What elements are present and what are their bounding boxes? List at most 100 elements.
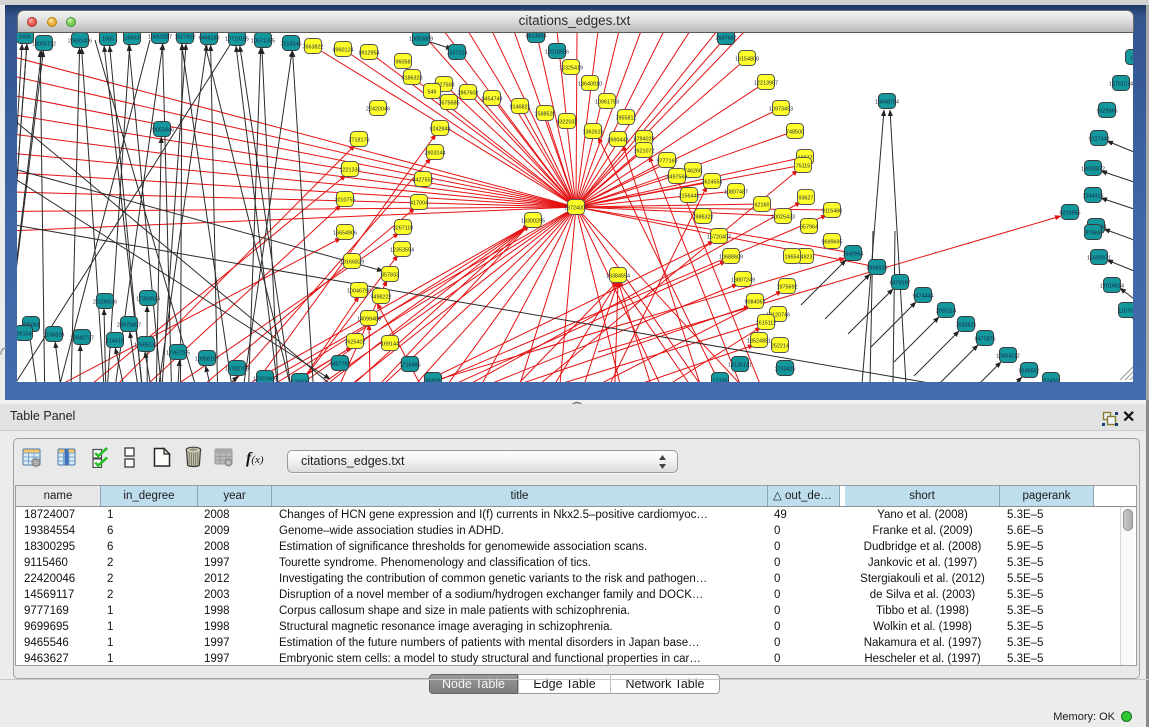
svg-text:18300295: 18300295	[521, 218, 545, 224]
svg-text:10671355: 10671355	[251, 38, 275, 44]
svg-text:2156446: 2156446	[679, 193, 700, 199]
svg-text:10807487: 10807487	[724, 189, 748, 195]
svg-text:252214: 252214	[771, 343, 789, 349]
svg-text:9227343: 9227343	[1089, 136, 1110, 142]
svg-text:7357224: 7357224	[447, 50, 468, 56]
svg-text:10958107: 10958107	[195, 356, 219, 362]
svg-text:18724007: 18724007	[564, 205, 588, 211]
svg-text:29975887: 29975887	[117, 322, 141, 328]
svg-text:18653: 18653	[125, 35, 140, 41]
svg-text:1716485: 1716485	[400, 362, 421, 368]
svg-text:12213967: 12213967	[754, 80, 778, 86]
svg-text:2867608: 2867608	[458, 90, 479, 96]
svg-text:6497568: 6497568	[667, 174, 688, 180]
svg-text:15720407: 15720407	[707, 234, 731, 240]
svg-text:7515546: 7515546	[281, 41, 302, 47]
svg-text:3267110: 3267110	[393, 225, 414, 231]
svg-text:9242848: 9242848	[430, 126, 451, 132]
svg-text:39154: 39154	[17, 331, 32, 337]
svg-text:13640910: 13640910	[578, 81, 602, 87]
svg-text:9245652: 9245652	[1019, 368, 1040, 374]
svg-text:10973493: 10973493	[769, 106, 793, 112]
svg-text:7955812: 7955812	[616, 115, 637, 121]
svg-text:15692971: 15692971	[1087, 255, 1111, 261]
svg-text:1588520: 1588520	[535, 111, 556, 117]
svg-text:124506: 124506	[291, 379, 309, 382]
svg-text:8912954: 8912954	[359, 50, 380, 56]
svg-text:1640954: 1640954	[843, 251, 864, 257]
svg-text:5498222: 5498222	[371, 294, 392, 300]
svg-text:2803144: 2803144	[425, 150, 446, 156]
svg-text:10053809: 10053809	[409, 36, 433, 42]
svg-text:8960124: 8960124	[333, 47, 354, 53]
svg-text:8322037: 8322037	[557, 119, 578, 125]
svg-text:12923466: 12923466	[253, 376, 277, 382]
svg-text:957964: 957964	[800, 224, 818, 230]
svg-text:17957255: 17957255	[166, 350, 190, 356]
svg-text:1221336: 1221336	[340, 167, 361, 173]
svg-text:8427552: 8427552	[413, 177, 434, 183]
svg-text:2935114: 2935114	[936, 308, 957, 314]
svg-text:10025433: 10025433	[771, 214, 795, 220]
svg-text:62160: 62160	[755, 202, 770, 208]
svg-text:1065: 1065	[102, 36, 114, 42]
svg-text:169144: 169144	[381, 341, 399, 347]
svg-text:10961758: 10961758	[595, 99, 619, 105]
svg-text:8813054: 8813054	[526, 33, 547, 39]
svg-text:1010755: 1010755	[335, 197, 356, 203]
svg-text:1733426: 1733426	[775, 366, 796, 372]
svg-text:10719155: 10719155	[225, 36, 249, 42]
svg-text:22420046: 22420046	[366, 106, 390, 112]
svg-text:12325419: 12325419	[559, 65, 583, 71]
svg-text:6794028: 6794028	[634, 136, 655, 142]
svg-text:1527602: 1527602	[175, 34, 196, 40]
svg-text:16654906: 16654906	[333, 230, 357, 236]
svg-text:20691406: 20691406	[68, 38, 92, 44]
svg-text:8990443: 8990443	[608, 137, 629, 143]
svg-text:10654112: 10654112	[996, 353, 1020, 359]
svg-text:8938923: 8938923	[867, 265, 888, 271]
svg-text:9329966: 9329966	[1097, 108, 1118, 114]
svg-text:17016514: 17016514	[1100, 283, 1124, 289]
svg-text:19654: 19654	[785, 254, 800, 260]
svg-text:6466160: 6466160	[199, 35, 220, 41]
svg-text:7663822: 7663822	[303, 44, 324, 50]
svg-text:19384554: 19384554	[606, 273, 630, 279]
svg-text:9699695: 9699695	[822, 239, 843, 245]
svg-text:7625402: 7625402	[345, 339, 366, 345]
svg-text:95806: 95806	[426, 378, 441, 382]
svg-text:12353594: 12353594	[390, 247, 414, 253]
svg-text:12093872: 12093872	[1081, 166, 1105, 172]
svg-text:8454749: 8454749	[482, 96, 503, 102]
svg-text:19218506: 19218506	[545, 49, 569, 55]
svg-text:7986322: 7986322	[693, 214, 714, 220]
svg-text:2687682: 2687682	[716, 35, 737, 41]
svg-text:1621072: 1621072	[634, 148, 655, 154]
svg-text:1362615: 1362615	[583, 129, 604, 135]
svg-text:9457791: 9457791	[330, 361, 351, 367]
svg-text:15751074: 15751074	[1109, 81, 1133, 87]
svg-text:1615112: 1615112	[756, 320, 777, 326]
svg-text:14099489: 14099489	[357, 316, 381, 322]
svg-text:14136141: 14136141	[728, 362, 752, 368]
svg-text:8215955: 8215955	[1060, 210, 1081, 216]
svg-text:92450: 92450	[1044, 378, 1059, 382]
svg-text:75115: 75115	[796, 163, 811, 169]
svg-text:2718176: 2718176	[349, 137, 370, 143]
svg-text:10046798: 10046798	[347, 288, 371, 294]
svg-text:3624554: 3624554	[702, 179, 723, 185]
svg-text:12505135: 12505135	[134, 342, 158, 348]
svg-text:96058: 96058	[396, 59, 411, 65]
svg-text:16782759: 16782759	[225, 366, 249, 372]
svg-text:87969: 87969	[1086, 230, 1101, 236]
svg-text:18807249: 18807249	[731, 277, 755, 283]
svg-text:9084067: 9084067	[745, 299, 766, 305]
svg-text:20206536: 20206536	[93, 299, 117, 305]
svg-text:93627: 93627	[799, 195, 814, 201]
svg-text:6879197: 6879197	[890, 280, 911, 286]
svg-text:8186323: 8186323	[402, 75, 423, 81]
svg-text:16154808: 16154808	[735, 56, 759, 62]
svg-text:29053346: 29053346	[150, 127, 174, 133]
svg-text:114519: 114519	[106, 338, 124, 344]
svg-text:2405: 2405	[19, 34, 31, 40]
